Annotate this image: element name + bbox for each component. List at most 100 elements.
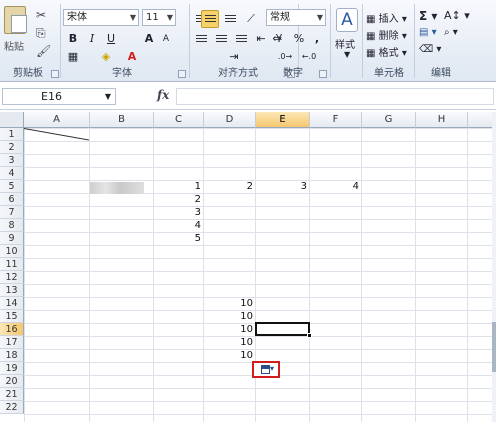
grow-font-button[interactable]: A [140,30,158,48]
row-header-7[interactable]: 7 [0,206,24,219]
column-header-e[interactable]: E [256,112,310,128]
column-header-f[interactable]: F [310,112,362,128]
row-header-13[interactable]: 13 [0,284,24,297]
sort-filter-icon[interactable]: A↕ ▾ [444,9,470,22]
row-header-22[interactable]: 22 [0,401,24,414]
percent-button[interactable]: % [290,30,308,48]
number-group-label: 数字 [283,68,303,79]
gridline [361,128,362,422]
bold-button[interactable]: B [64,30,82,48]
row-header-5[interactable]: 5 [0,180,24,193]
gridline [415,128,416,422]
comma-button[interactable]: , [308,30,326,48]
find-select-icon[interactable]: ⌕ ▾ [444,27,458,38]
chevron-down-icon[interactable]: ▼ [105,89,111,104]
row-header-20[interactable]: 20 [0,375,24,388]
row-header-16[interactable]: 16 [0,323,24,336]
formula-input[interactable] [176,88,494,105]
cell-f5[interactable]: 4 [310,180,362,193]
align-center-icon[interactable] [212,30,230,48]
row-header-10[interactable]: 10 [0,245,24,258]
name-box[interactable]: E16 ▼ [2,88,116,105]
insert-function-icon[interactable]: fx [157,88,169,102]
align-right-icon[interactable] [232,30,250,48]
row-header-8[interactable]: 8 [0,219,24,232]
font-size-dropdown[interactable]: 11 ▼ [142,9,176,26]
vertical-scrollbar[interactable] [492,112,496,422]
row-header-12[interactable]: 12 [0,271,24,284]
fill-handle[interactable] [307,333,312,338]
active-cell-e16[interactable] [255,322,310,336]
number-format-dropdown[interactable]: 常规 ▼ [266,9,326,26]
fill-icon[interactable]: ▤ ▾ [419,27,437,38]
gridline [153,128,154,422]
row-header-6[interactable]: 6 [0,193,24,206]
row-header-11[interactable]: 11 [0,258,24,271]
font-size-value: 11 [146,12,159,23]
align-middle-icon[interactable] [201,10,219,28]
copy-icon[interactable]: ⎘ [36,26,46,40]
row-header-21[interactable]: 21 [0,388,24,401]
column-header-g[interactable]: G [362,112,416,128]
row-header-2[interactable]: 2 [0,141,24,154]
cell-d14[interactable]: 10 [204,297,256,310]
scrollbar-thumb[interactable] [492,322,496,372]
cell-c9[interactable]: 5 [154,232,204,245]
font-launcher-icon[interactable] [178,70,186,78]
styles-button-label[interactable]: 样式 [335,36,355,51]
italic-button[interactable]: I [83,30,101,48]
column-header-h[interactable]: H [416,112,468,128]
auto-fill-options-button[interactable]: ▾ [252,361,280,378]
row-header-15[interactable]: 15 [0,310,24,323]
insert-button[interactable]: ▦ 插入 ▾ [366,10,407,25]
group-separator [414,4,415,78]
shrink-font-button[interactable]: A [157,30,175,48]
font-name-dropdown[interactable]: 宋体 ▼ [63,9,139,26]
cell-e5[interactable]: 3 [256,180,310,193]
blurred-cell-content [90,182,144,194]
format-painter-icon[interactable]: 🖌 [36,44,51,58]
row-header-4[interactable]: 4 [0,167,24,180]
group-separator [362,4,363,78]
row-header-3[interactable]: 3 [0,154,24,167]
cell-d15[interactable]: 10 [204,310,256,323]
cell-c5[interactable]: 1 [154,180,204,193]
underline-button[interactable]: U [102,30,120,48]
row-header-9[interactable]: 9 [0,232,24,245]
row-header-1[interactable]: 1 [0,128,24,141]
clear-icon[interactable]: ⌫ ▾ [419,44,441,55]
row-header-17[interactable]: 17 [0,336,24,349]
paste-button-label[interactable]: 粘贴 [4,38,24,53]
cell-d5[interactable]: 2 [204,180,256,193]
format-button[interactable]: ▦ 格式 ▾ [366,44,407,59]
cell-d17[interactable]: 10 [204,336,256,349]
paste-icon[interactable] [4,6,27,34]
cut-icon[interactable]: ✂ [36,8,46,22]
clipboard-launcher-icon[interactable] [51,70,59,78]
cell-c6[interactable]: 2 [154,193,204,206]
cell-c8[interactable]: 4 [154,219,204,232]
row-header-19[interactable]: 19 [0,362,24,375]
align-bottom-icon[interactable] [221,10,239,28]
column-header-c[interactable]: C [154,112,204,128]
row-header-18[interactable]: 18 [0,349,24,362]
chevron-down-icon[interactable]: ▼ [344,50,350,59]
column-header-a[interactable]: A [24,112,90,128]
row-header-14[interactable]: 14 [0,297,24,310]
cell-area[interactable]: 1 2 3 4 2 3 4 5 10 10 10 10 10 ▾ [23,128,496,422]
cell-d16[interactable]: 10 [204,323,256,336]
insert-label: 插入 [378,14,399,25]
styles-icon[interactable]: A [336,8,358,32]
auto-fill-options-icon [261,365,270,374]
currency-icon[interactable]: ¥ [270,30,288,48]
spreadsheet-grid[interactable]: ABCDEFGHI 123456789101112131415161718192… [0,112,496,422]
column-header-d[interactable]: D [204,112,256,128]
align-left-icon[interactable] [192,30,210,48]
autosum-button[interactable]: Σ ▾ [419,9,437,23]
number-launcher-icon[interactable] [319,70,327,78]
delete-button[interactable]: ▦ 删除 ▾ [366,27,407,42]
cell-c7[interactable]: 3 [154,206,204,219]
column-header-b[interactable]: B [90,112,154,128]
cell-d18[interactable]: 10 [204,349,256,362]
orientation-icon[interactable]: ⟋ [242,10,260,28]
